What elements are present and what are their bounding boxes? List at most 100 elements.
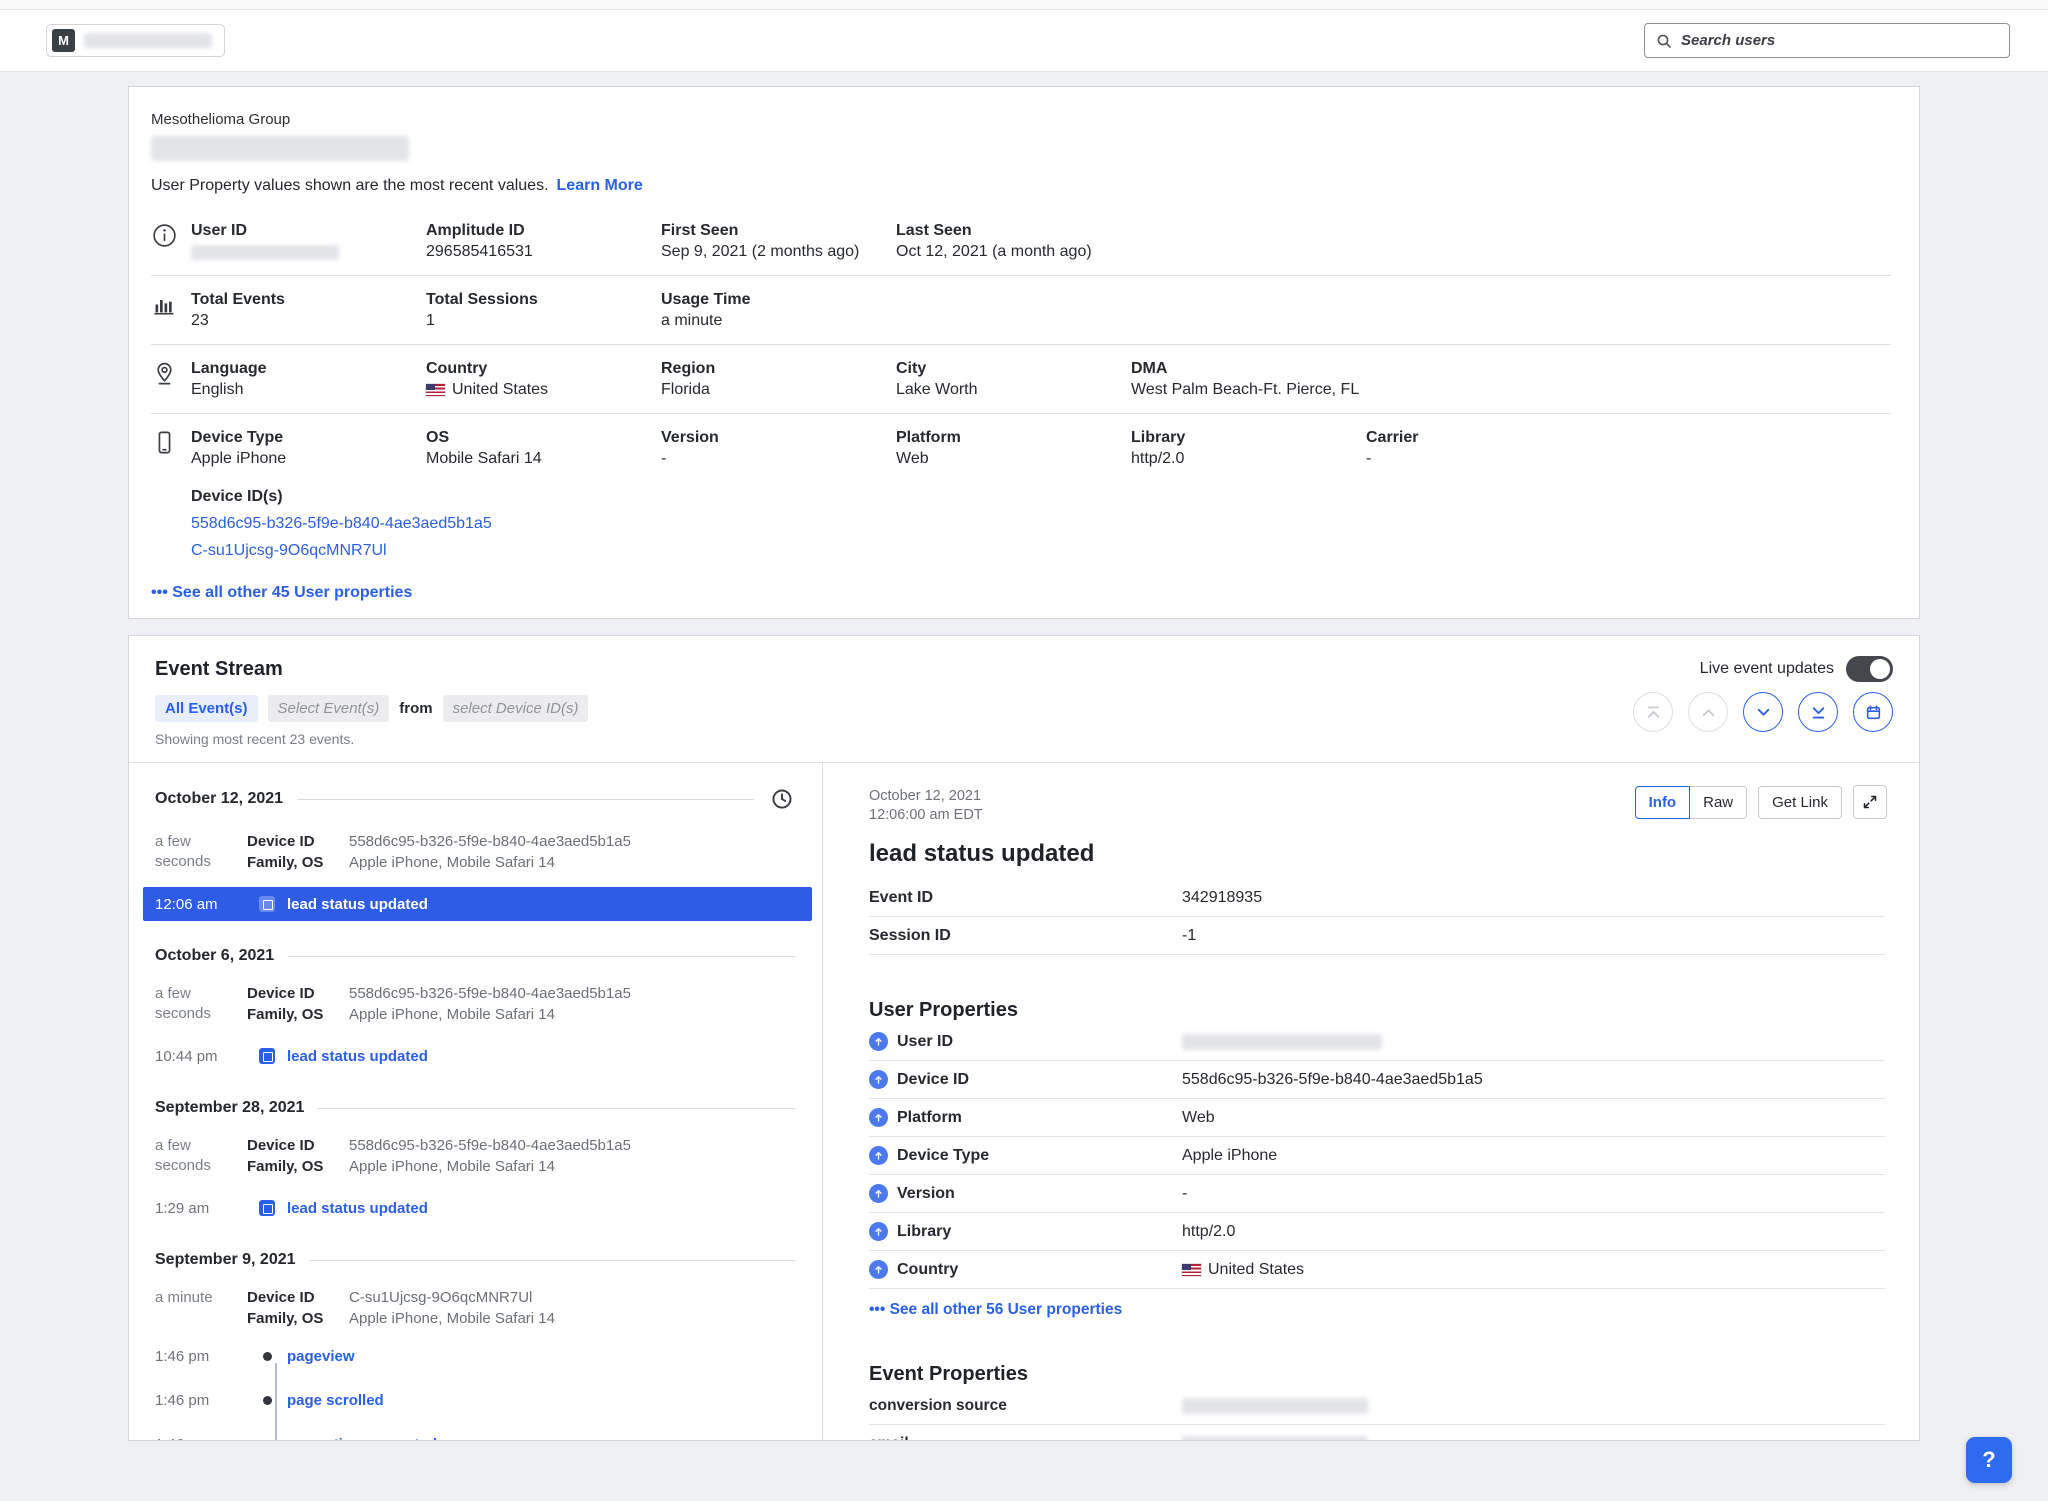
- see-all-event-user-properties-link[interactable]: ••• See all other 56 User properties: [869, 1301, 1122, 1319]
- user-property-icon: [869, 1108, 888, 1127]
- event-properties-heading: Event Properties: [869, 1361, 1885, 1387]
- redacted-org-name: [84, 33, 212, 48]
- field-label: Total Sessions: [426, 289, 649, 310]
- field-value: Web: [896, 448, 1119, 469]
- event-stream-card: Event Stream Live event updates All Even…: [128, 635, 1920, 1441]
- user-property-row: User ID: [869, 1023, 1885, 1061]
- live-updates-toggle[interactable]: [1846, 656, 1893, 682]
- field-value: http/2.0: [1131, 448, 1354, 469]
- field-value: West Palm Beach-Ft. Pierce, FL: [1131, 379, 1879, 400]
- question-mark-icon: ?: [1982, 1447, 1995, 1473]
- field-value: -: [661, 448, 884, 469]
- relative-time: a few seconds: [155, 983, 247, 1025]
- redacted-user-name: [151, 136, 409, 161]
- date-header: September 9, 2021: [155, 1251, 296, 1269]
- field-value: Lake Worth: [896, 379, 1119, 400]
- relative-time: a minute: [155, 1287, 247, 1329]
- get-link-button[interactable]: Get Link: [1758, 786, 1842, 819]
- relative-time: a few seconds: [155, 1135, 247, 1177]
- event-name: pageview: [287, 1348, 355, 1365]
- user-property-row: Library http/2.0: [869, 1213, 1885, 1251]
- property-row-identity: User ID Amplitude ID 296585416531 First …: [151, 207, 1891, 275]
- org-switcher[interactable]: M: [46, 24, 225, 57]
- user-property-icon: [869, 1032, 888, 1051]
- date-picker-button[interactable]: [1853, 692, 1893, 732]
- event-row[interactable]: 1:29 am lead status updated: [143, 1191, 812, 1225]
- event-time: 1:29 am: [155, 1200, 247, 1217]
- meta-value: C-su1Ujcsg-9O6qcMNR7Ul: [349, 1287, 532, 1308]
- event-timeline: October 12, 2021 a few seconds Device ID…: [129, 763, 823, 1440]
- event-row[interactable]: 1:46 pm promotion converted: [143, 1427, 812, 1440]
- meta-key: Device ID: [247, 1287, 349, 1308]
- event-row[interactable]: 10:44 pm lead status updated: [143, 1039, 812, 1073]
- live-updates-label: Live event updates: [1700, 660, 1834, 678]
- date-divider: [288, 956, 796, 957]
- field-value: Sep 9, 2021 (2 months ago): [661, 241, 884, 262]
- field-label: City: [896, 358, 1119, 379]
- event-row-selected[interactable]: 12:06 am lead status updated: [143, 887, 812, 921]
- jump-to-top-button[interactable]: [1633, 692, 1673, 732]
- select-device-ids-chip[interactable]: select Device ID(s): [443, 695, 589, 722]
- chevron-up-icon: [1700, 704, 1717, 721]
- meta-value: 558d6c95-b326-5f9e-b840-4ae3aed5b1a5: [349, 831, 631, 852]
- scroll-up-button[interactable]: [1688, 692, 1728, 732]
- event-time: 1:46 pm: [155, 1392, 247, 1409]
- event-dot-icon: [263, 1352, 272, 1361]
- property-key: conversion source: [869, 1397, 1182, 1415]
- event-date-group: October 6, 2021 a few seconds Device ID5…: [129, 947, 822, 1073]
- property-value: http/2.0: [1182, 1223, 1235, 1241]
- property-value: Apple iPhone: [1182, 1147, 1277, 1165]
- user-properties-heading: User Properties: [869, 997, 1885, 1023]
- user-property-icon: [869, 1184, 888, 1203]
- meta-key: Device ID: [247, 1135, 349, 1156]
- help-button[interactable]: ?: [1966, 1437, 2012, 1483]
- meta-key: Device ID: [247, 983, 349, 1004]
- user-property-icon: [869, 1146, 888, 1165]
- chevron-down-icon: [1755, 704, 1772, 721]
- device-id-link[interactable]: C-su1Ujcsg-9O6qcMNR7Ul: [191, 537, 1891, 564]
- see-all-user-properties-link[interactable]: ••• See all other 45 User properties: [151, 584, 412, 602]
- field-value: Oct 12, 2021 (a month ago): [896, 241, 1879, 262]
- raw-tab-button[interactable]: Raw: [1689, 786, 1747, 819]
- relative-time: a few seconds: [155, 831, 247, 873]
- event-row[interactable]: 1:46 pm pageview: [143, 1339, 812, 1373]
- stream-navigation: [1633, 692, 1893, 732]
- field-label: Version: [661, 427, 884, 448]
- event-name: promotion converted: [287, 1436, 437, 1441]
- time-jump-button[interactable]: [768, 785, 796, 813]
- search-input[interactable]: [1681, 32, 1998, 49]
- date-header: October 6, 2021: [155, 947, 274, 965]
- event-stream-header: Event Stream Live event updates All Even…: [129, 636, 1919, 748]
- field-label: User ID: [191, 220, 414, 241]
- field-label: Last Seen: [896, 220, 1879, 241]
- meta-key: Family, OS: [247, 1156, 349, 1177]
- all-events-chip[interactable]: All Event(s): [155, 695, 258, 722]
- property-key: Platform: [897, 1109, 962, 1127]
- learn-more-link[interactable]: Learn More: [557, 177, 643, 195]
- meta-value: Apple iPhone, Mobile Safari 14: [349, 1156, 555, 1177]
- expand-button[interactable]: [1853, 785, 1887, 819]
- select-events-chip[interactable]: Select Event(s): [268, 695, 390, 722]
- property-value: 558d6c95-b326-5f9e-b840-4ae3aed5b1a5: [1182, 1071, 1483, 1089]
- property-row-activity: Total Events 23 Total Sessions 1 Usage T…: [151, 275, 1891, 344]
- scroll-down-button[interactable]: [1743, 692, 1783, 732]
- field-value: 1: [426, 310, 649, 331]
- property-key: Country: [897, 1261, 958, 1279]
- event-dot-icon: [263, 1396, 272, 1405]
- jump-to-bottom-button[interactable]: [1798, 692, 1838, 732]
- field-label: Language: [191, 358, 414, 379]
- field-value: English: [191, 379, 414, 400]
- field-label: Country: [426, 358, 649, 379]
- event-type-icon: [259, 1048, 275, 1064]
- property-key: Device ID: [897, 1071, 969, 1089]
- us-flag-icon: [1182, 1264, 1201, 1276]
- device-id-link[interactable]: 558d6c95-b326-5f9e-b840-4ae3aed5b1a5: [191, 510, 1891, 537]
- property-key: Device Type: [897, 1147, 989, 1165]
- user-property-icon: [869, 1260, 888, 1279]
- user-property-row: Version -: [869, 1175, 1885, 1213]
- meta-value: Apple iPhone, Mobile Safari 14: [349, 1004, 555, 1025]
- org-logo: M: [52, 29, 75, 52]
- event-row[interactable]: 1:46 pm page scrolled: [143, 1383, 812, 1417]
- info-tab-button[interactable]: Info: [1635, 786, 1691, 819]
- user-property-row: Device ID 558d6c95-b326-5f9e-b840-4ae3ae…: [869, 1061, 1885, 1099]
